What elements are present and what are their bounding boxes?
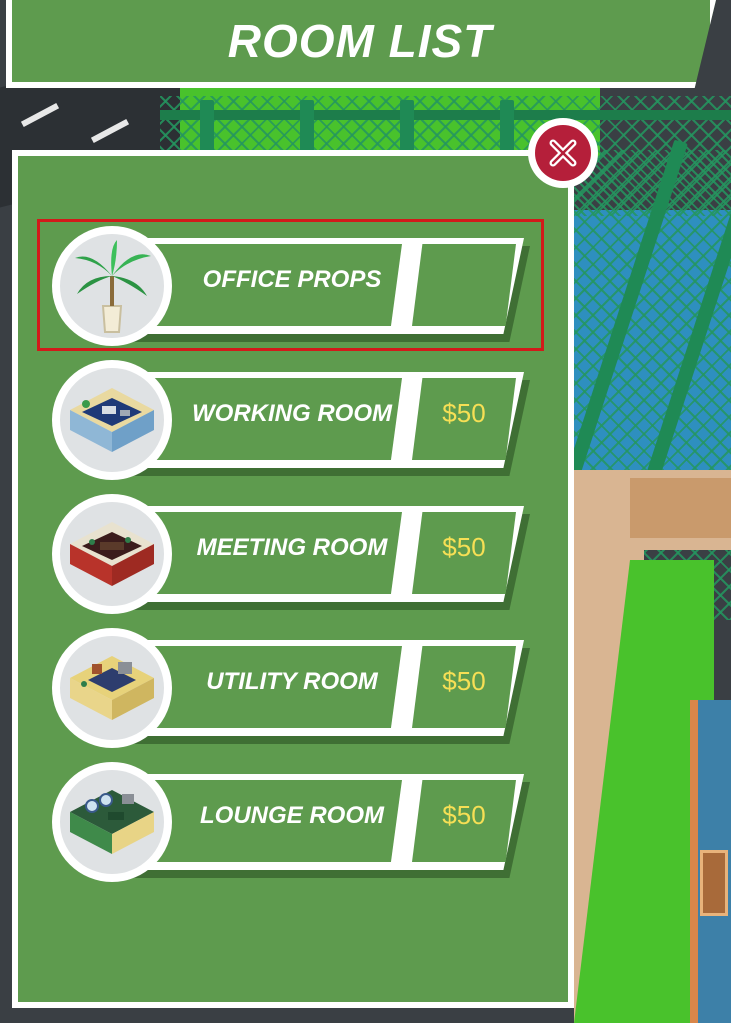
room-price: $50: [442, 666, 486, 696]
room-row-meeting-room[interactable]: MEETING ROOM $50: [52, 494, 530, 614]
room-row-utility-room[interactable]: UTILITY ROOM $50: [52, 628, 530, 748]
room-price: $50: [442, 800, 486, 830]
lounge-room-icon: [52, 762, 172, 882]
room-label: LOUNGE ROOM: [200, 802, 384, 829]
meeting-room-icon: [52, 494, 172, 614]
building-window: [700, 850, 728, 916]
close-icon: [535, 125, 591, 181]
room-label: OFFICE PROPS: [202, 266, 382, 293]
room-label: WORKING ROOM: [192, 400, 392, 427]
room-label: UTILITY ROOM: [206, 668, 378, 695]
utility-room-icon: [52, 628, 172, 748]
palm-plant-icon: [52, 226, 172, 346]
room-label: MEETING ROOM: [196, 534, 388, 561]
room-row-office-props[interactable]: OFFICE PROPS: [52, 226, 530, 346]
fence-rail: [160, 110, 731, 120]
page-title: ROOM LIST: [227, 15, 493, 67]
close-button[interactable]: [528, 118, 598, 188]
row-price-plate: [412, 244, 516, 326]
room-row-working-room[interactable]: WORKING ROOM $50: [52, 360, 530, 480]
room-price: $50: [442, 398, 486, 428]
working-room-icon: [52, 360, 172, 480]
room-price: $50: [442, 532, 486, 562]
walkway-tiles: [630, 478, 731, 538]
room-row-lounge-room[interactable]: LOUNGE ROOM $50: [52, 762, 530, 882]
